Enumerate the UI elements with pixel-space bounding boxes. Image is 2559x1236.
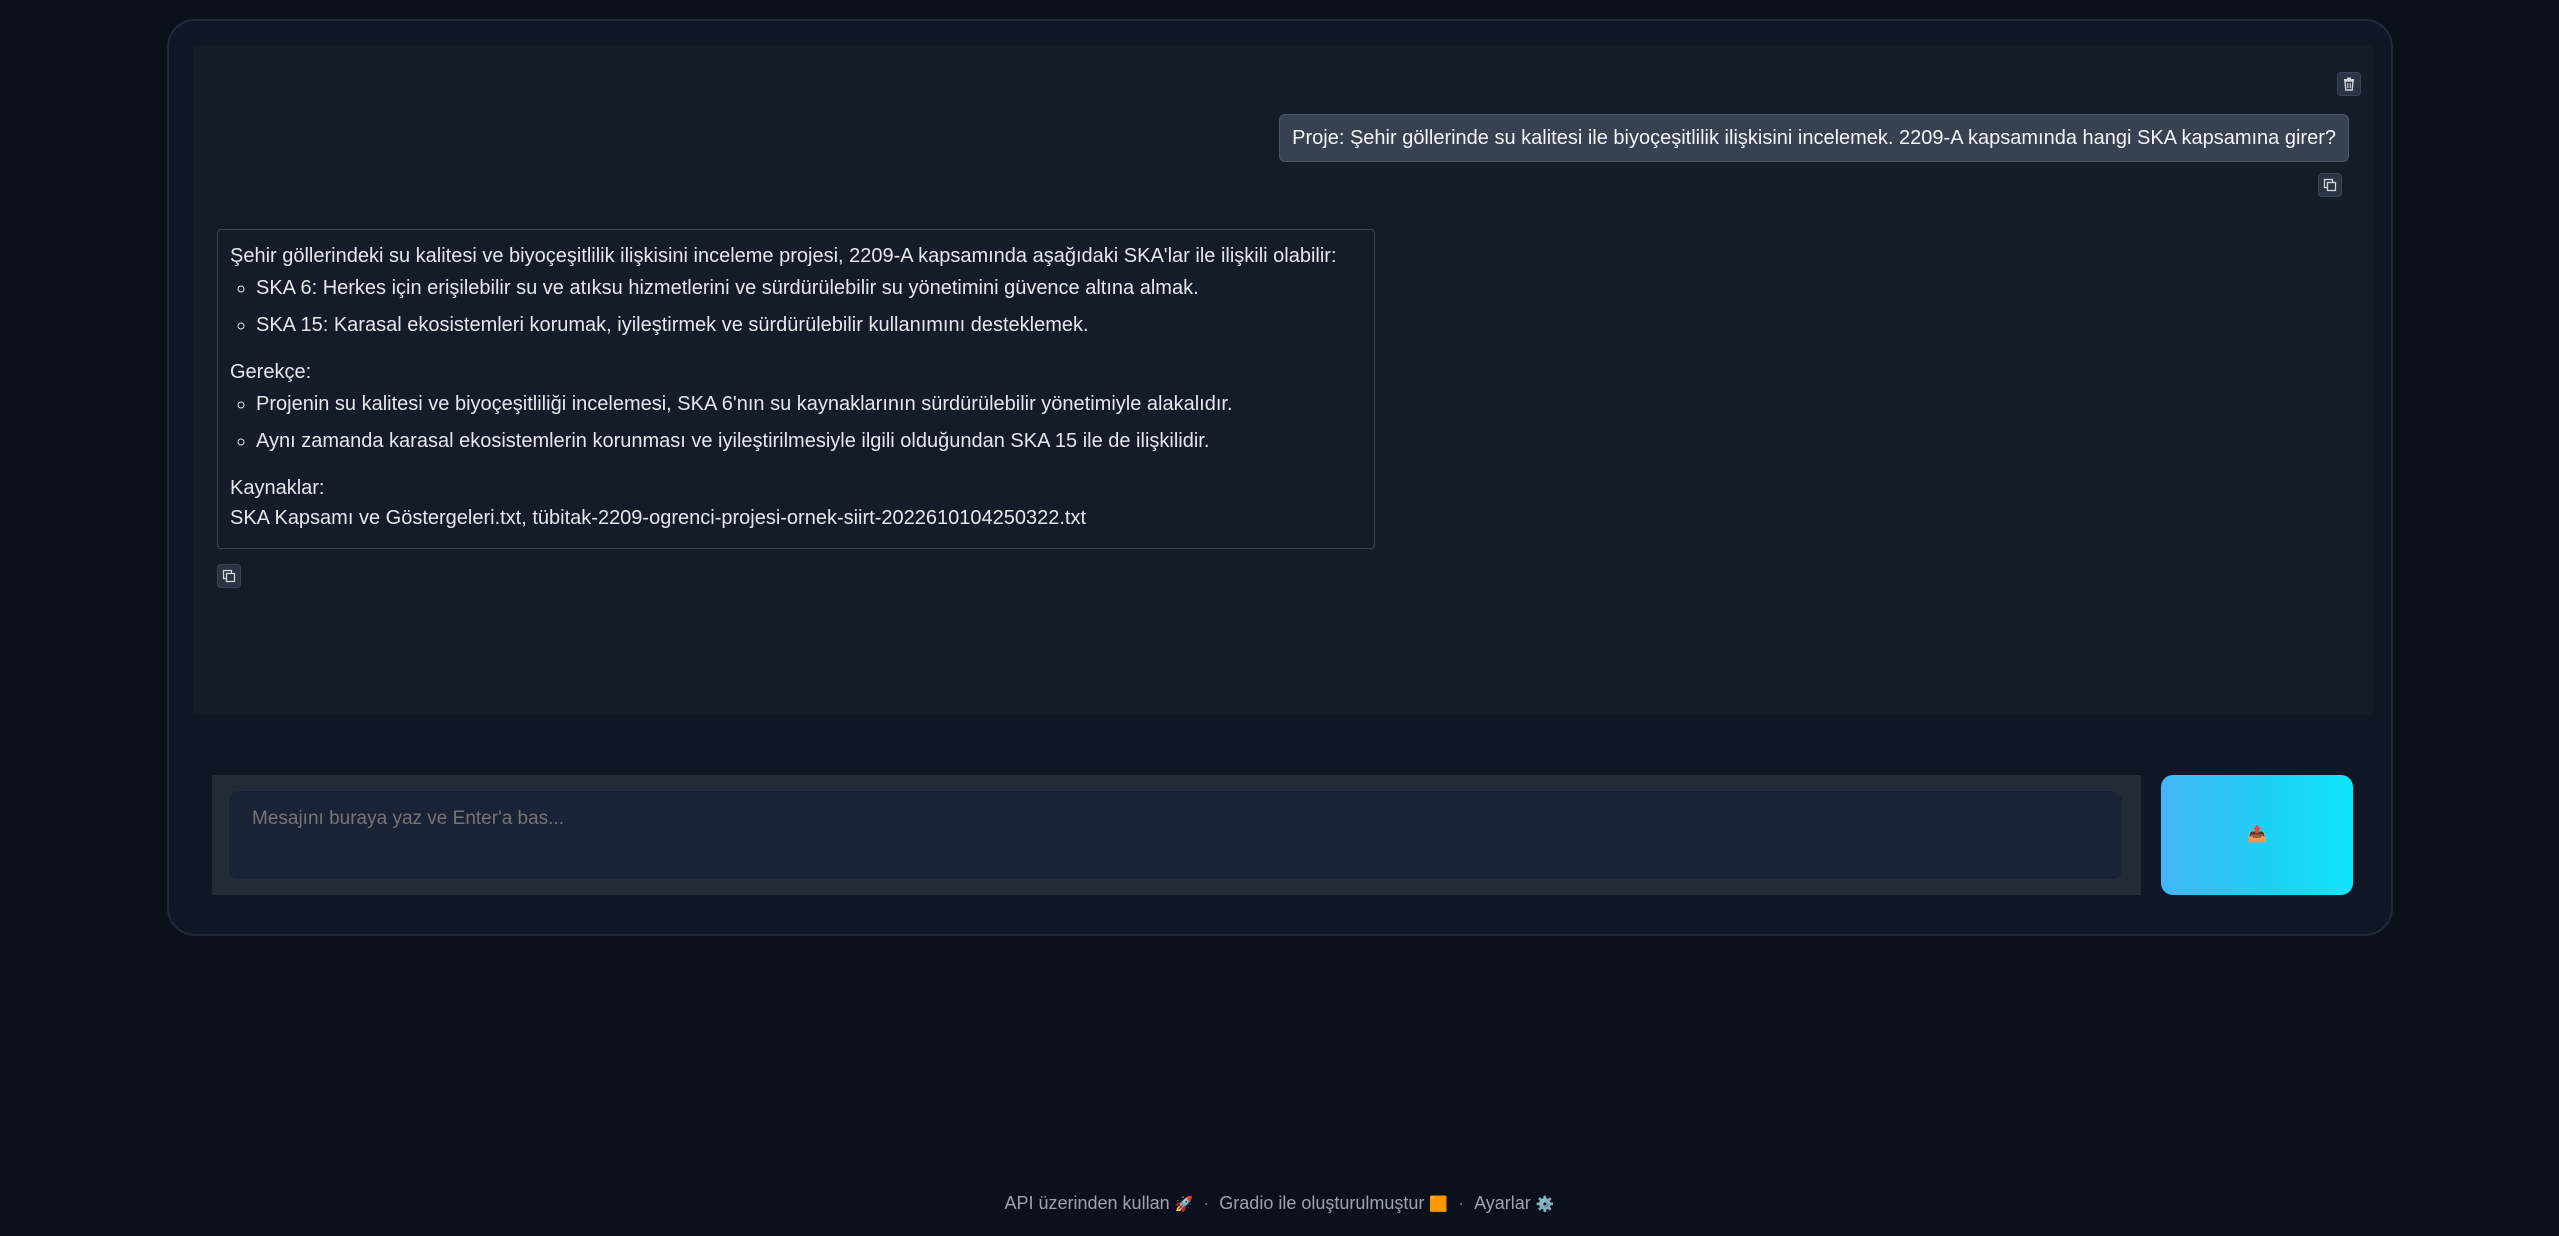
- app-container: Proje: Şehir göllerinde su kalitesi ile …: [167, 19, 2393, 936]
- api-link[interactable]: API üzerinden kullan 🚀: [1004, 1193, 1193, 1214]
- gradio-logo-icon: 🟧: [1429, 1196, 1449, 1213]
- message-input-panel: [212, 775, 2141, 895]
- copy-bot-message-button[interactable]: [217, 564, 241, 588]
- sources-label: Kaynaklar:: [230, 477, 325, 499]
- gear-icon: ⚙️: [1535, 1196, 1555, 1213]
- separator: ·: [1203, 1193, 1210, 1213]
- trash-icon: [2342, 77, 2356, 91]
- sources-text: SKA Kapsamı ve Göstergeleri.txt, tübitak…: [230, 507, 1087, 529]
- outbox-tray-icon: 📤: [2247, 826, 2267, 843]
- rocket-icon: 🚀: [1174, 1196, 1194, 1213]
- list-item: Aynı zamanda karasal ekosistemlerin koru…: [256, 426, 1362, 456]
- rationale-label: Gerekçe:: [230, 361, 312, 383]
- sdg-list: SKA 6: Herkes için erişilebilir su ve at…: [230, 273, 1362, 340]
- send-button[interactable]: 📤: [2161, 775, 2353, 895]
- rationale-list: Projenin su kalitesi ve biyoçeşitliliği …: [230, 389, 1362, 456]
- bot-message-bubble: Şehir göllerindeki su kalitesi ve biyoçe…: [217, 229, 1375, 549]
- separator: ·: [1458, 1193, 1465, 1213]
- settings-link[interactable]: Ayarlar ⚙️: [1474, 1193, 1554, 1214]
- bot-message-intro: Şehir göllerindeki su kalitesi ve biyoçe…: [230, 245, 1337, 267]
- copy-icon: [2323, 178, 2337, 192]
- copy-icon: [222, 569, 236, 583]
- message-input[interactable]: [228, 790, 2123, 880]
- gradio-link[interactable]: Gradio ile oluşturulmuştur 🟧: [1219, 1193, 1448, 1214]
- list-item: SKA 15: Karasal ekosistemleri korumak, i…: [256, 310, 1362, 340]
- chatbot-panel: Proje: Şehir göllerinde su kalitesi ile …: [193, 45, 2373, 715]
- list-item: Projenin su kalitesi ve biyoçeşitliliği …: [256, 389, 1362, 419]
- user-message-bubble: Proje: Şehir göllerinde su kalitesi ile …: [1279, 114, 2349, 162]
- copy-user-message-button[interactable]: [2318, 173, 2342, 197]
- user-message-text: Proje: Şehir göllerinde su kalitesi ile …: [1292, 126, 2336, 149]
- footer: API üzerinden kullan 🚀 · Gradio ile oluş…: [0, 1193, 2559, 1214]
- list-item: SKA 6: Herkes için erişilebilir su ve at…: [256, 273, 1362, 303]
- clear-chat-button[interactable]: [2337, 72, 2361, 96]
